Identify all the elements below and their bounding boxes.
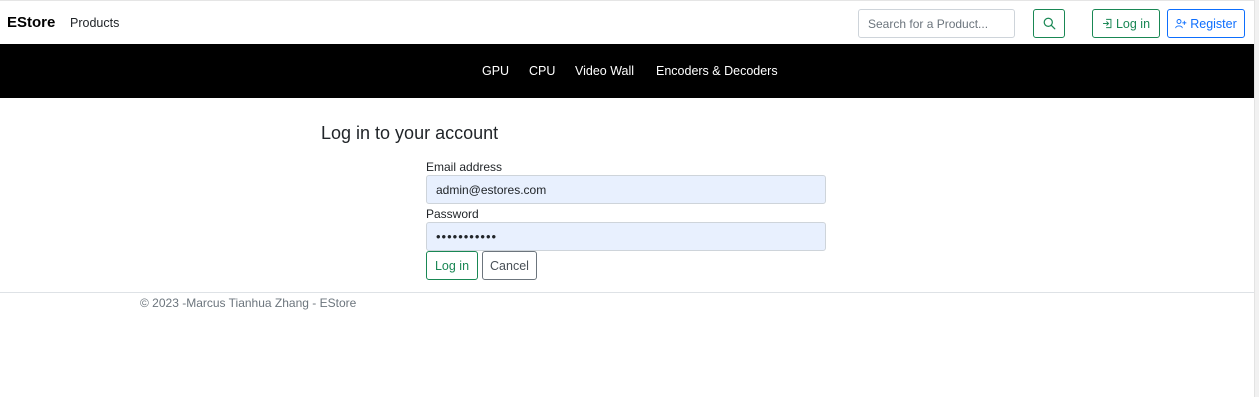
search-input[interactable] [858,9,1015,38]
login-nav-label: Log in [1115,16,1151,31]
register-nav-label: Register [1190,16,1237,31]
footer-copyright: © 2023 -Marcus Tianhua Zhang - EStore [140,296,357,310]
email-label: Email address [426,160,503,174]
category-video-wall[interactable]: Video Wall [575,64,634,78]
top-navbar: EStore Products Log in Regi [0,0,1254,44]
login-nav-button[interactable]: Log in [1092,9,1160,38]
search-icon [1043,17,1055,30]
category-encoders-decoders[interactable]: Encoders & Decoders [656,64,778,78]
cancel-button[interactable]: Cancel [482,251,537,280]
register-nav-button[interactable]: Register [1167,9,1245,38]
page-title: Log in to your account [321,123,499,143]
login-arrow-icon [1103,18,1112,29]
nav-products-link[interactable]: Products [70,16,119,30]
footer-divider [0,292,1254,293]
search-button[interactable] [1033,9,1065,38]
page: EStore Products Log in Regi [0,0,1259,397]
password-label: Password [426,207,479,221]
email-field[interactable] [426,175,826,204]
category-bar: GPU CPU Video Wall Encoders & Decoders [0,44,1254,98]
login-submit-button[interactable]: Log in [426,251,478,280]
person-plus-icon [1175,19,1187,29]
category-gpu[interactable]: GPU [482,64,509,78]
category-cpu[interactable]: CPU [529,64,555,78]
password-field[interactable] [426,222,826,251]
brand-logo-link[interactable]: EStore [7,14,55,31]
page-scrollbar[interactable] [1254,0,1259,397]
